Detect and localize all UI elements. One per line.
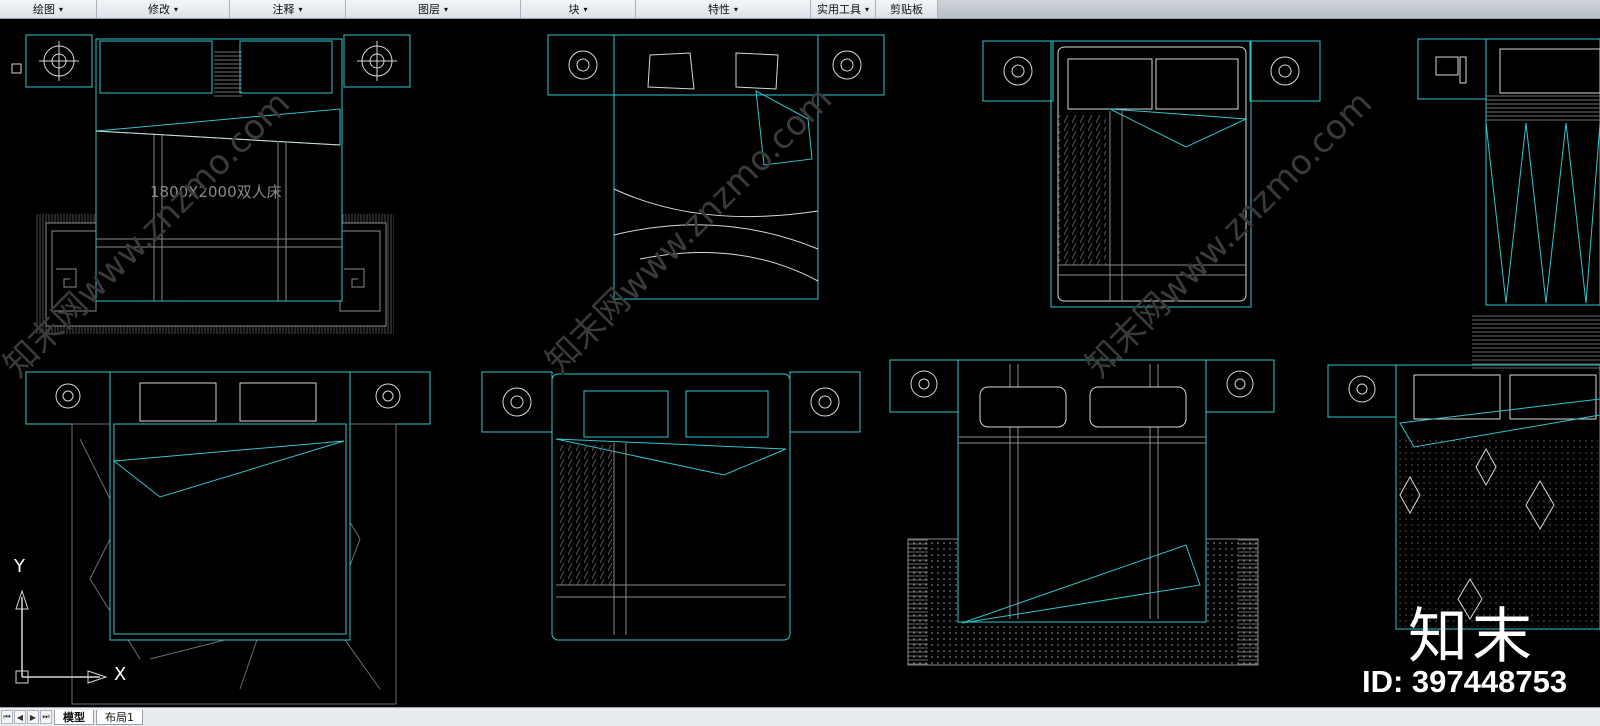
brand-logo: 知末 [1408,602,1536,672]
tab-label: 剪贴板 [890,3,923,16]
next-tab-icon[interactable]: ▶ [27,710,39,724]
cad-drawing[interactable]: 1800X2000双人床 知末网www.znzmo.com 知末网www.znz… [0,19,1600,707]
grip-square [11,63,22,74]
chevron-down-icon: ▾ [583,4,588,14]
tab-layout1[interactable]: 布局1 [96,709,143,725]
ribbon-empty-area [938,0,1600,18]
ribbon-tab-utilities[interactable]: 实用工具 ▾ [811,0,876,18]
bed-block-7[interactable] [889,359,1275,666]
ucs-axis-icon [15,589,108,684]
svg-text:知末网www.znzmo.com: 知末网www.znzmo.com [538,79,840,381]
bed-block-5[interactable] [25,371,431,705]
ucs-y-label: Y [14,556,25,577]
tab-label: 实用工具 [816,3,861,16]
chevron-down-icon: ▾ [173,4,178,14]
ribbon-tab-clipboard[interactable]: 剪贴板 [876,0,938,18]
ribbon-panel-bar: 绘图 ▾ 修改 ▾ 注释 ▾ 图层 ▾ 块 ▾ 特性 ▾ 实用工具 ▾ 剪贴板 [0,0,1600,19]
ribbon-tab-layers[interactable]: 图层 ▾ [346,0,521,18]
ucs-x-label: X [114,664,127,685]
last-tab-icon[interactable]: ⏭ [40,710,52,724]
bed-block-6[interactable] [481,371,861,641]
chevron-down-icon: ▾ [733,4,738,14]
tab-label: 注释 [272,3,295,16]
tab-label: 特性 [707,3,730,16]
tab-label: 块 [568,3,580,16]
tab-label: 修改 [147,3,170,16]
ribbon-tab-block[interactable]: 块 ▾ [521,0,636,18]
tab-label: 图层 [417,3,440,16]
chevron-down-icon: ▾ [58,4,63,14]
tab-model[interactable]: 模型 [54,709,94,725]
brand-id: ID: 397448753 [1362,664,1568,699]
layout-tab-bar: ⏮ ◀ ▶ ⏭ 模型 布局1 [0,707,1600,726]
bed-block-4[interactable] [1417,38,1600,371]
chevron-down-icon: ▾ [864,4,869,14]
drawing-canvas[interactable]: 1800X2000双人床 知末网www.znzmo.com 知末网www.znz… [0,19,1600,707]
prev-tab-icon[interactable]: ◀ [14,710,26,724]
first-tab-icon[interactable]: ⏮ [1,710,13,724]
ribbon-tab-annotate[interactable]: 注释 ▾ [230,0,346,18]
bed-block-2[interactable] [547,34,885,300]
ribbon-tab-modify[interactable]: 修改 ▾ [97,0,230,18]
svg-text:知末网www.znzmo.com: 知末网www.znzmo.com [1078,83,1380,385]
ribbon-tab-properties[interactable]: 特性 ▾ [636,0,811,18]
tab-label: 绘图 [32,3,55,16]
chevron-down-icon: ▾ [443,4,448,14]
ribbon-tab-draw[interactable]: 绘图 ▾ [0,0,97,18]
chevron-down-icon: ▾ [298,4,303,14]
